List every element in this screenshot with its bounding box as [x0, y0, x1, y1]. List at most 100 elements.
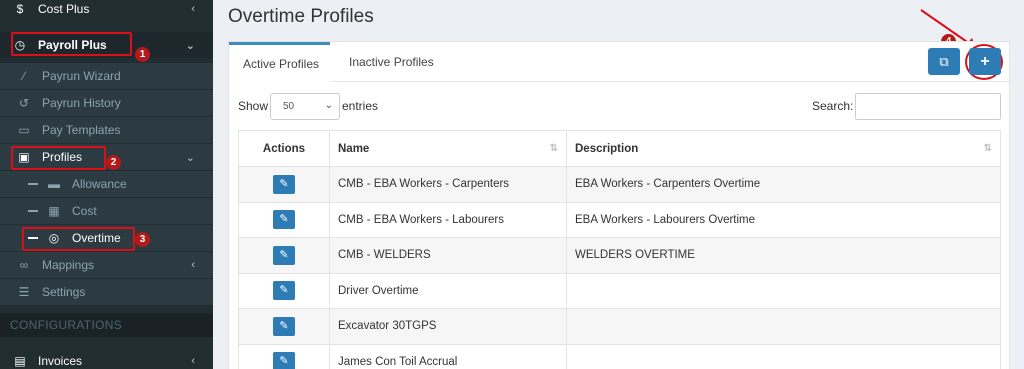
- description-cell: EBA Workers - Carpenters Overtime: [566, 166, 1001, 203]
- tab-active-profiles[interactable]: Active Profiles: [229, 42, 330, 82]
- money-icon: ▭: [18, 123, 30, 137]
- sidebar-item-invoices[interactable]: ▤ Invoices ‹: [0, 348, 213, 369]
- sidebar-item-cost[interactable]: ▦ Cost: [0, 198, 213, 224]
- pencil-icon: ✎: [279, 355, 289, 368]
- highlight-box-profiles: [11, 146, 106, 170]
- table-row: ✎ CMB - WELDERS WELDERS OVERTIME: [238, 237, 1001, 274]
- page-size-select[interactable]: 50 ⌄: [270, 93, 340, 120]
- edit-button[interactable]: ✎: [273, 210, 295, 230]
- entries-label: entries: [342, 99, 379, 113]
- dash-icon: [28, 183, 38, 185]
- profiles-table: Actions Name ⇅ Description ⇅ ✎ CMB - EBA…: [238, 130, 1001, 369]
- profiles-panel: Active Profiles Inactive Profiles ⧉ + Sh…: [228, 41, 1011, 369]
- wand-icon: ⁄: [22, 69, 25, 83]
- sliders-icon: ☰: [18, 285, 30, 299]
- sidebar-item-mappings[interactable]: ∞ Mappings ‹: [0, 252, 213, 278]
- step-badge-3: 3: [135, 232, 150, 247]
- table-row: ✎ James Con Toil Accrual: [238, 343, 1001, 369]
- dash-icon: [28, 210, 38, 212]
- actions-cell: ✎: [238, 237, 330, 274]
- sidebar-item-label: Settings: [42, 285, 86, 299]
- tab-inactive-profiles[interactable]: Inactive Profiles: [349, 42, 434, 82]
- column-header-name[interactable]: Name ⇅: [329, 130, 567, 167]
- description-cell: EBA Workers - Labourers Overtime: [566, 201, 1001, 238]
- description-cell: [566, 308, 1001, 345]
- highlight-box-payroll-plus: [11, 32, 132, 56]
- pencil-icon: ✎: [279, 213, 289, 226]
- sidebar-item-cost-plus[interactable]: $ Cost Plus ‹: [0, 0, 213, 22]
- column-header-label: Name: [338, 142, 370, 155]
- sidebar-item-allowance[interactable]: ▬ Allowance: [0, 171, 213, 197]
- edit-button[interactable]: ✎: [273, 245, 295, 265]
- edit-button[interactable]: ✎: [273, 316, 295, 336]
- tab-bar: Active Profiles Inactive Profiles ⧉ +: [229, 42, 1011, 82]
- edit-button[interactable]: ✎: [273, 174, 295, 194]
- actions-cell: ✎: [238, 308, 330, 345]
- sidebar-item-label: Mappings: [42, 258, 95, 272]
- chevron-down-icon: ⌄: [185, 39, 195, 52]
- step-badge-2: 2: [106, 155, 121, 170]
- plus-icon: +: [980, 52, 990, 70]
- description-cell: [566, 343, 1001, 369]
- name-cell: CMB - EBA Workers - Carpenters: [329, 166, 567, 203]
- copy-icon: ⧉: [939, 53, 949, 69]
- actions-cell: ✎: [238, 201, 330, 238]
- name-cell: CMB - WELDERS: [329, 237, 567, 274]
- actions-cell: ✎: [238, 166, 330, 203]
- table-row: ✎ Driver Overtime: [238, 272, 1001, 309]
- copy-button[interactable]: ⧉: [928, 48, 960, 75]
- edit-button[interactable]: ✎: [273, 281, 295, 301]
- history-icon: ↺: [18, 96, 30, 110]
- table-row: ✎ CMB - EBA Workers - Carpenters EBA Wor…: [238, 166, 1001, 203]
- column-header-description[interactable]: Description ⇅: [566, 130, 1001, 167]
- sidebar-item-label: Payrun History: [42, 96, 121, 110]
- show-label: Show: [238, 99, 269, 113]
- page-title: Overtime Profiles: [228, 6, 374, 27]
- sidebar-item-settings[interactable]: ☰ Settings: [0, 279, 213, 305]
- chevron-down-icon: ⌄: [185, 151, 195, 164]
- chevron-left-icon: ‹: [191, 259, 195, 271]
- chevron-down-icon: ⌄: [324, 100, 333, 111]
- invoice-icon: ▤: [14, 354, 26, 368]
- sidebar-item-payrun-history[interactable]: ↺ Payrun History: [0, 90, 213, 116]
- step-badge-1: 1: [135, 47, 150, 62]
- pencil-icon: ✎: [279, 248, 289, 261]
- table-row: ✎ CMB - EBA Workers - Labourers EBA Work…: [238, 201, 1001, 238]
- chevron-left-icon: ‹: [191, 355, 195, 367]
- pencil-icon: ✎: [279, 284, 289, 297]
- actions-cell: ✎: [238, 272, 330, 309]
- name-cell: CMB - EBA Workers - Labourers: [329, 201, 567, 238]
- search-input[interactable]: [855, 93, 1001, 120]
- name-cell: Driver Overtime: [329, 272, 567, 309]
- sidebar-item-label: Cost: [72, 204, 97, 218]
- sort-icon: ⇅: [549, 143, 558, 154]
- sidebar-item-label: Invoices: [38, 354, 83, 368]
- money-bag-icon: $: [16, 2, 24, 16]
- actions-cell: ✎: [238, 343, 330, 369]
- sidebar-item-payrun-wizard[interactable]: ⁄ Payrun Wizard: [0, 63, 213, 89]
- description-cell: WELDERS OVERTIME: [566, 237, 1001, 274]
- pencil-icon: ✎: [279, 319, 289, 332]
- chevron-left-icon: ‹: [191, 3, 195, 15]
- sort-icon: ⇅: [983, 143, 992, 154]
- sidebar-item-label: Allowance: [72, 177, 127, 191]
- money-icon: ▬: [48, 177, 60, 191]
- sidebar-item-label: Cost Plus: [38, 2, 90, 16]
- column-header-actions: Actions: [238, 130, 330, 167]
- column-header-label: Description: [575, 142, 639, 155]
- sidebar-item-pay-templates[interactable]: ▭ Pay Templates: [0, 117, 213, 143]
- search-label: Search:: [812, 99, 854, 113]
- sidebar-item-label: Payrun Wizard: [42, 69, 121, 83]
- name-cell: Excavator 30TGPS: [329, 308, 567, 345]
- link-icon: ∞: [19, 258, 29, 272]
- description-cell: [566, 272, 1001, 309]
- sidebar-item-label: Pay Templates: [42, 123, 121, 137]
- name-cell: James Con Toil Accrual: [329, 343, 567, 369]
- pencil-icon: ✎: [279, 177, 289, 190]
- calendar-icon: ▦: [48, 204, 60, 218]
- edit-button[interactable]: ✎: [273, 352, 295, 369]
- sidebar-section-header: CONFIGURATIONS: [0, 313, 213, 337]
- highlight-box-overtime: [22, 227, 135, 251]
- add-profile-button[interactable]: +: [969, 48, 1001, 75]
- table-row: ✎ Excavator 30TGPS: [238, 308, 1001, 345]
